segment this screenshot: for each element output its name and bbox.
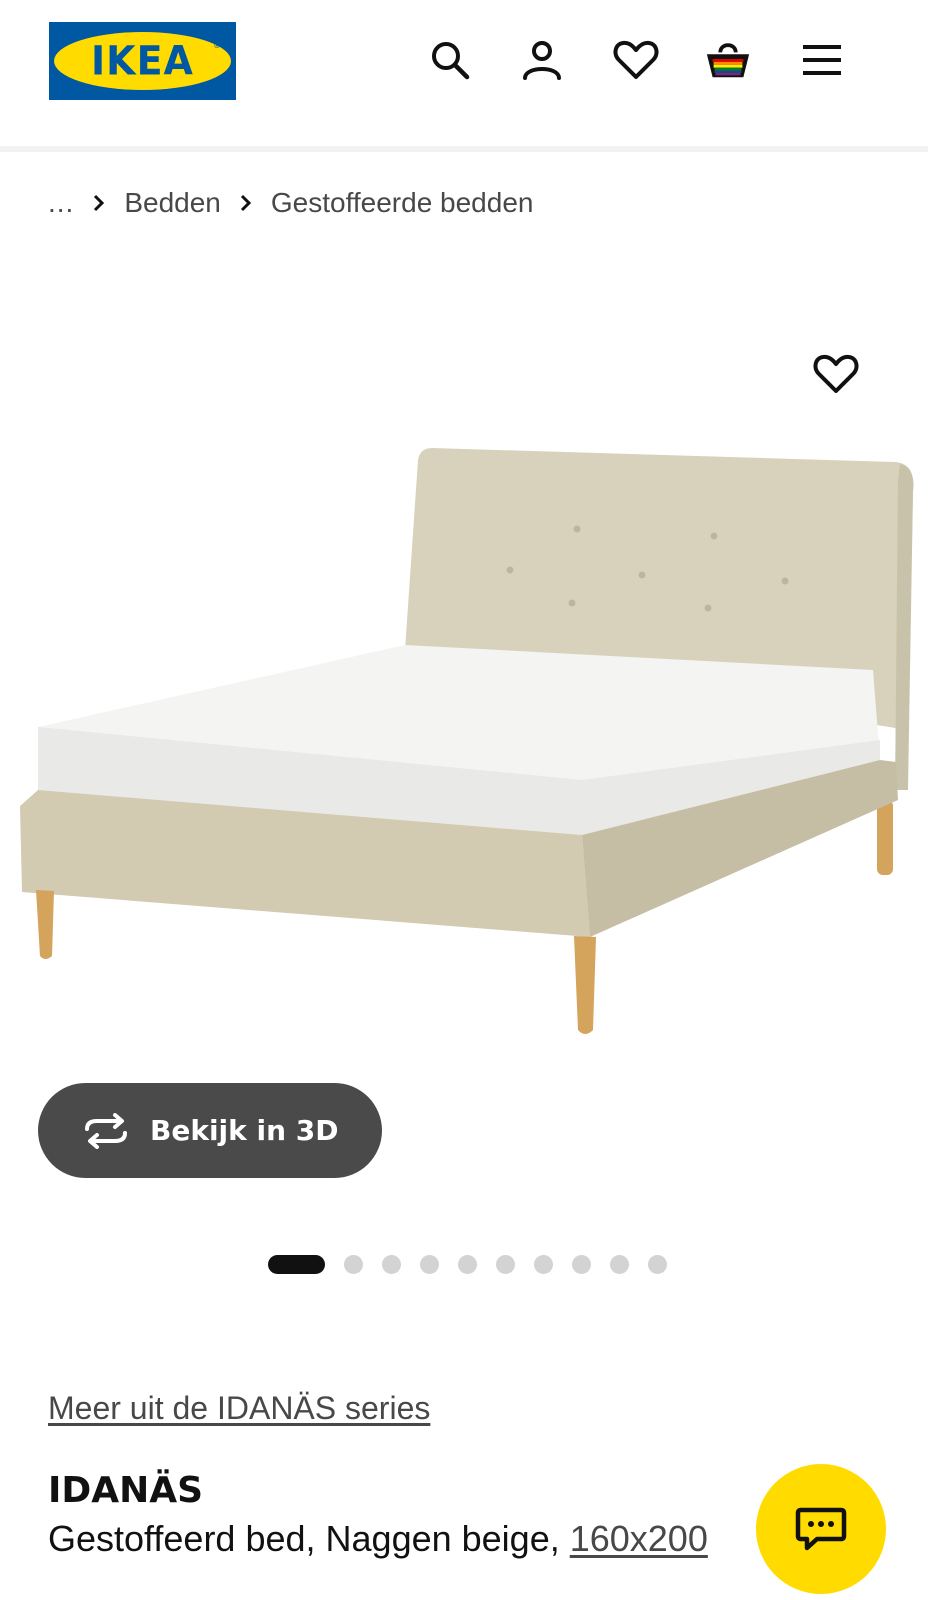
bed-leg-front-left [36, 890, 54, 959]
carousel-dot[interactable] [382, 1254, 401, 1274]
chat-button[interactable] [756, 1464, 886, 1594]
header-divider [0, 146, 928, 152]
ikea-logo[interactable]: IKEA ® [49, 22, 236, 100]
product-description: Gestoffeerd bed, Naggen beige, 160x200 [48, 1518, 708, 1560]
headboard-side [895, 464, 914, 790]
product-size-link[interactable]: 160x200 [570, 1518, 708, 1559]
breadcrumb-ellipsis[interactable]: ... [48, 187, 74, 219]
bed-leg-back [877, 800, 893, 875]
chat-icon [795, 1507, 847, 1551]
user-icon[interactable] [518, 36, 566, 84]
carousel-dot[interactable] [496, 1254, 515, 1274]
menu-icon[interactable] [798, 36, 846, 84]
product-image[interactable] [0, 440, 928, 1040]
heart-icon[interactable] [612, 36, 660, 84]
view-in-3d-button[interactable]: Bekijk in 3D [38, 1083, 382, 1178]
carousel-dot[interactable] [458, 1254, 477, 1274]
carousel-dot[interactable] [648, 1254, 667, 1274]
chevron-right-icon [74, 193, 124, 213]
carousel-dot[interactable] [610, 1254, 629, 1274]
series-link[interactable]: Meer uit de IDANÄS series [48, 1390, 430, 1427]
breadcrumb: ... Bedden Gestoffeerde bedden [48, 180, 533, 226]
carousel-indicator [268, 1254, 686, 1274]
carousel-dot[interactable] [572, 1254, 591, 1274]
logo-registered-mark: ® [213, 41, 221, 50]
breadcrumb-item-gestoffeerde-bedden[interactable]: Gestoffeerde bedden [271, 187, 534, 219]
breadcrumb-item-bedden[interactable]: Bedden [124, 187, 221, 219]
chevron-right-icon [221, 193, 271, 213]
rotate-3d-icon [78, 1111, 134, 1151]
carousel-dot[interactable] [420, 1254, 439, 1274]
product-description-text: Gestoffeerd bed, Naggen beige, [48, 1518, 570, 1559]
carousel-dot[interactable] [344, 1254, 363, 1274]
header: IKEA ® [0, 0, 928, 152]
add-to-favourites-icon[interactable] [812, 350, 860, 398]
carousel-dot[interactable] [268, 1254, 325, 1274]
carousel-dot[interactable] [534, 1254, 553, 1274]
basket-icon[interactable] [704, 36, 752, 84]
search-icon[interactable] [426, 36, 474, 84]
logo-oval: IKEA ® [54, 32, 231, 90]
logo-text: IKEA [91, 37, 194, 85]
bed-leg-front-right [574, 936, 596, 1034]
view-in-3d-label: Bekijk in 3D [150, 1114, 339, 1147]
product-name: IDANÄS [48, 1470, 204, 1511]
